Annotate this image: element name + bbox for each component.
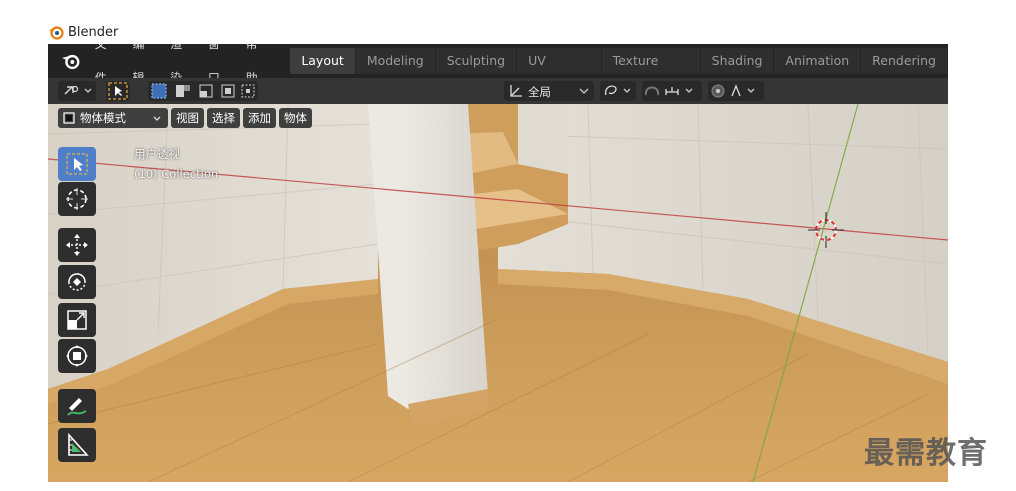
- blender-logo-icon: [49, 26, 64, 40]
- tab-animation[interactable]: Animation: [774, 48, 861, 74]
- menu-add[interactable]: 添加: [243, 108, 276, 128]
- menu-view[interactable]: 视图: [171, 108, 204, 128]
- rotate-icon: [68, 273, 86, 291]
- tab-texture-paint[interactable]: Texture Paint: [601, 48, 700, 94]
- tool-rotate[interactable]: [58, 265, 96, 299]
- snapping-group[interactable]: [642, 81, 702, 101]
- workspace-tabs: Layout Modeling Sculpting UV Editing Tex…: [290, 48, 948, 94]
- selection-modes-icon: [151, 83, 255, 99]
- pivot-point-button[interactable]: [600, 81, 636, 101]
- tool-settings-icon: [64, 85, 92, 95]
- object-mode-icon: [63, 112, 75, 124]
- tab-shading[interactable]: Shading: [700, 48, 774, 74]
- select-mode-button[interactable]: [106, 81, 130, 101]
- tool-annotate[interactable]: [58, 389, 96, 423]
- viewport-header: 物体模式 视图 选择 添加 物体: [58, 108, 312, 128]
- selection-mode-group[interactable]: [148, 81, 258, 101]
- tool-move[interactable]: [58, 228, 96, 262]
- snap-icon: [644, 86, 693, 96]
- scene-render: [48, 104, 948, 482]
- chevron-down-icon: [153, 116, 161, 121]
- chevron-down-icon: [579, 88, 589, 94]
- transform-orientation-select[interactable]: 全局: [504, 81, 594, 101]
- orientation-icon: [510, 85, 522, 97]
- tab-modeling[interactable]: Modeling: [355, 48, 435, 74]
- blender-menu-icon[interactable]: [60, 50, 82, 72]
- tab-sculpting[interactable]: Sculpting: [435, 48, 517, 74]
- scale-icon: [67, 310, 87, 330]
- tab-layout[interactable]: Layout: [290, 48, 355, 74]
- tool-dropdown[interactable]: [58, 81, 96, 101]
- annotate-icon: [67, 398, 87, 416]
- proportional-edit-icon: [711, 84, 755, 98]
- window-title: Blender: [68, 24, 119, 40]
- cursor-icon: [66, 188, 88, 210]
- window-title-bar: Blender: [48, 22, 118, 42]
- transform-icon: [66, 345, 88, 367]
- proportional-edit-group[interactable]: [708, 81, 764, 101]
- tool-measure[interactable]: [58, 428, 96, 462]
- blender-app: 文件 编辑 渲染 窗口 帮助 Layout Modeling Sculpting…: [48, 44, 948, 482]
- menu-object[interactable]: 物体: [279, 108, 312, 128]
- select-box-icon: [66, 153, 88, 175]
- tab-rendering[interactable]: Rendering: [861, 48, 947, 74]
- move-icon: [66, 234, 88, 256]
- watermark: 最需教育: [864, 436, 988, 471]
- pivot-icon: [604, 85, 631, 96]
- tool-transform[interactable]: [58, 339, 96, 373]
- top-bar: 文件 编辑 渲染 窗口 帮助 Layout Modeling Sculpting…: [48, 44, 948, 94]
- tool-cursor[interactable]: [58, 182, 96, 216]
- tool-select-box[interactable]: [58, 147, 96, 181]
- tab-uv-editing[interactable]: UV Editing: [517, 48, 601, 94]
- tool-settings-header: 全局: [48, 78, 948, 104]
- view-name-label: 用户透视: [134, 147, 180, 161]
- collection-label: (10) Collection: [134, 167, 219, 181]
- mode-select[interactable]: 物体模式: [58, 108, 168, 128]
- 3d-viewport[interactable]: 物体模式 视图 选择 添加 物体 用户透视 (10) Collection: [48, 104, 948, 482]
- measure-icon: [68, 432, 89, 456]
- select-box-icon: [108, 82, 128, 100]
- tool-scale[interactable]: [58, 303, 96, 337]
- mode-label: 物体模式: [80, 111, 126, 125]
- menu-select[interactable]: 选择: [207, 108, 240, 128]
- orientation-label: 全局: [528, 85, 551, 99]
